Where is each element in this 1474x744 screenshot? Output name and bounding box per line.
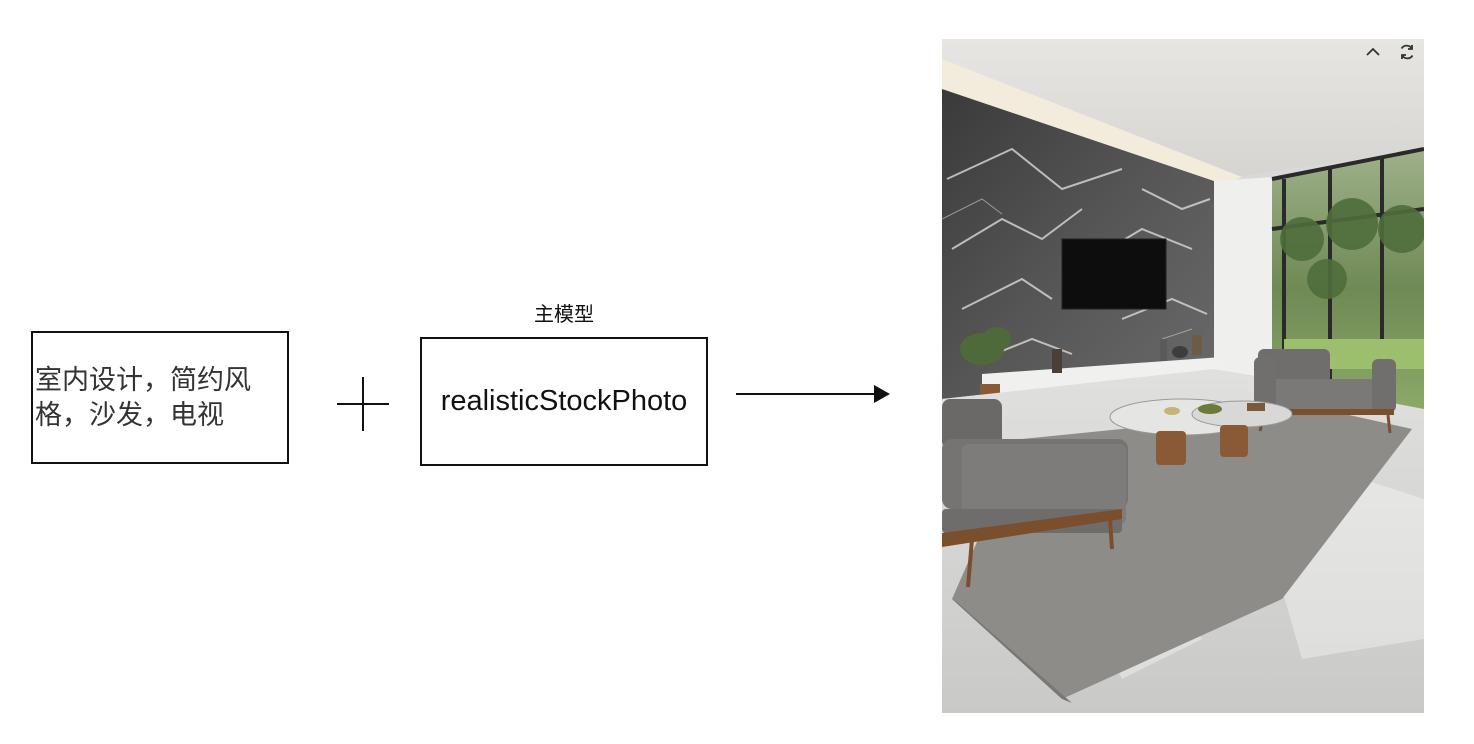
flow-arrow-icon bbox=[736, 385, 890, 403]
chevron-up-icon[interactable] bbox=[1362, 41, 1384, 63]
model-name: realisticStockPhoto bbox=[440, 385, 688, 417]
living-room-scene bbox=[942, 39, 1424, 713]
model-box: realisticStockPhoto bbox=[420, 337, 708, 466]
refresh-icon[interactable] bbox=[1396, 41, 1418, 63]
prompt-box: 室内设计，简约风格，沙发，电视 bbox=[31, 331, 289, 464]
image-controls bbox=[1362, 41, 1418, 63]
plus-icon bbox=[337, 377, 389, 431]
model-caption: 主模型 bbox=[534, 302, 594, 326]
generated-image bbox=[942, 39, 1424, 713]
prompt-text: 室内设计，简约风格，沙发，电视 bbox=[35, 364, 251, 431]
